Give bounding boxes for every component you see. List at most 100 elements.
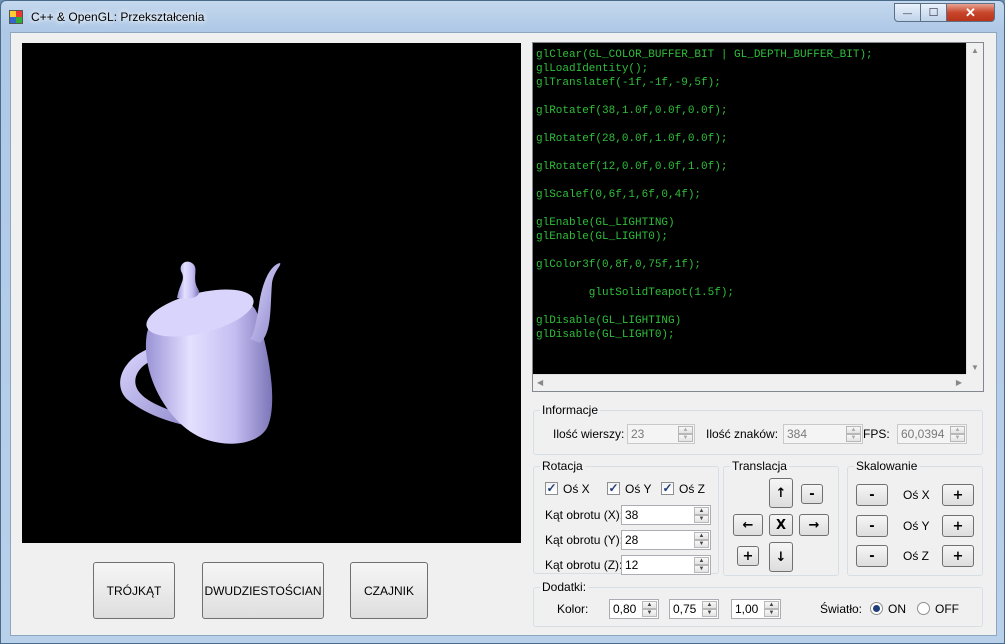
color-b-input[interactable]: 1,00 ▲ ▼ bbox=[731, 599, 781, 619]
scrollbar-corner bbox=[966, 374, 983, 391]
close-button[interactable]: ✕ bbox=[947, 3, 995, 22]
translate-up-button[interactable]: ↑ bbox=[769, 478, 793, 508]
spin-down-icon[interactable]: ▼ bbox=[702, 609, 717, 617]
scaling-group: Skalowanie - Oś X + - Oś Y + - Oś Z + bbox=[847, 459, 983, 576]
title-bar[interactable]: C++ & OpenGL: Przekształcenia — ☐ ✕ bbox=[1, 1, 1004, 31]
opengl-viewport[interactable] bbox=[22, 43, 521, 543]
minus-icon: - bbox=[809, 486, 815, 502]
code-line: glTranslatef(-1f,-1f,-9,5f); bbox=[536, 77, 721, 89]
rotation-z-checkbox[interactable]: ✓ bbox=[661, 482, 674, 495]
close-icon: ✕ bbox=[965, 4, 976, 20]
spin-up-icon[interactable]: ▲ bbox=[694, 507, 709, 515]
code-vertical-scrollbar[interactable]: ▲ ▼ bbox=[966, 43, 983, 376]
rotation-group: Rotacja ✓ Oś X ✓ Oś Y ✓ Oś Z Kąt obrotu … bbox=[533, 459, 719, 575]
scale-z-minus-button[interactable]: - bbox=[856, 545, 888, 567]
scale-x-plus-button[interactable]: + bbox=[942, 484, 974, 506]
fps-value: 60,0394 bbox=[901, 427, 945, 441]
teapot-body bbox=[145, 289, 273, 444]
lines-count-label: Ilość wierszy: bbox=[553, 427, 625, 441]
scroll-right-icon[interactable]: ▶ bbox=[956, 379, 962, 387]
translate-down-button[interactable]: ↓ bbox=[769, 542, 793, 572]
teapot-spout bbox=[250, 263, 281, 343]
color-g-value: 0,75 bbox=[673, 602, 697, 616]
angle-z-input[interactable]: 12 ▲ ▼ bbox=[621, 555, 711, 575]
code-display[interactable]: glClear(GL_COLOR_BUFFER_BIT | GL_DEPTH_B… bbox=[532, 42, 984, 392]
light-on-radio[interactable] bbox=[870, 602, 883, 615]
angle-y-value: 28 bbox=[625, 533, 639, 547]
spin-down-icon[interactable]: ▼ bbox=[694, 565, 709, 573]
chars-count-value: 384 bbox=[787, 427, 808, 441]
scale-y-plus-button[interactable]: + bbox=[942, 515, 974, 537]
triangle-button[interactable]: TRÓJKĄT bbox=[93, 562, 175, 619]
plus-icon: + bbox=[952, 518, 964, 534]
reset-x-icon: X bbox=[775, 517, 787, 533]
spin-down-icon[interactable]: ▼ bbox=[694, 540, 709, 548]
code-line: glDisable(GL_LIGHT0); bbox=[536, 329, 675, 341]
minimize-icon: — bbox=[903, 7, 912, 18]
code-horizontal-scrollbar[interactable]: ◀ ▶ bbox=[533, 374, 966, 391]
color-b-value: 1,00 bbox=[735, 602, 759, 616]
arrow-down-icon: ↓ bbox=[775, 549, 787, 565]
angle-z-label: Kąt obrotu (Z): bbox=[545, 558, 623, 572]
code-line: glClear(GL_COLOR_BUFFER_BIT | GL_DEPTH_B… bbox=[536, 49, 873, 61]
color-g-input[interactable]: 0,75 ▲ ▼ bbox=[669, 599, 719, 619]
fps-label: FPS: bbox=[863, 427, 890, 441]
rotation-x-checkbox[interactable]: ✓ bbox=[545, 482, 558, 495]
icosahedron-button[interactable]: DWUDZIESTOŚCIAN bbox=[202, 562, 324, 619]
scaling-group-title: Skalowanie bbox=[854, 459, 920, 473]
spin-down-icon[interactable]: ▼ bbox=[764, 609, 779, 617]
translate-left-button[interactable]: ← bbox=[733, 514, 763, 536]
teapot-button[interactable]: CZAJNIK bbox=[350, 562, 428, 619]
code-line: glRotatef(12,0.0f,0.0f,1.0f); bbox=[536, 161, 728, 173]
code-line: glDisable(GL_LIGHTING) bbox=[536, 315, 682, 327]
angle-z-value: 12 bbox=[625, 558, 639, 572]
plus-icon: + bbox=[952, 487, 964, 503]
translate-reset-button[interactable]: X bbox=[769, 514, 793, 536]
spin-up-icon[interactable]: ▲ bbox=[642, 601, 657, 609]
arrow-left-icon: ← bbox=[742, 517, 754, 533]
angle-x-value: 38 bbox=[625, 508, 639, 522]
scale-z-label: Oś Z bbox=[903, 549, 929, 563]
angle-x-input[interactable]: 38 ▲ ▼ bbox=[621, 505, 711, 525]
client-area: TRÓJKĄT DWUDZIESTOŚCIAN CZAJNIK glClear(… bbox=[10, 32, 997, 636]
info-group: Informacje Ilość wierszy: 23 ▲ ▼ Ilość zn… bbox=[533, 403, 983, 455]
fps-field: 60,0394 ▲ ▼ bbox=[897, 424, 967, 444]
scroll-left-icon[interactable]: ◀ bbox=[537, 379, 543, 387]
scale-x-minus-button[interactable]: - bbox=[856, 484, 888, 506]
spin-down-icon[interactable]: ▼ bbox=[694, 515, 709, 523]
angle-y-label: Kąt obrotu (Y): bbox=[545, 533, 624, 547]
spin-up-icon[interactable]: ▲ bbox=[764, 601, 779, 609]
scroll-down-icon[interactable]: ▼ bbox=[971, 364, 979, 372]
main-window: C++ & OpenGL: Przekształcenia — ☐ ✕ TRÓJ… bbox=[0, 0, 1005, 644]
rotation-y-checkbox[interactable]: ✓ bbox=[607, 482, 620, 495]
scale-x-label: Oś X bbox=[903, 488, 930, 502]
code-line: glEnable(GL_LIGHT0); bbox=[536, 231, 669, 243]
translate-z-minus-button[interactable]: - bbox=[801, 484, 823, 504]
translate-right-button[interactable]: → bbox=[799, 514, 829, 536]
code-line: glRotatef(38,1.0f,0.0f,0.0f); bbox=[536, 105, 728, 117]
angle-y-input[interactable]: 28 ▲ ▼ bbox=[621, 530, 711, 550]
maximize-button[interactable]: ☐ bbox=[921, 3, 947, 22]
scale-y-minus-button[interactable]: - bbox=[856, 515, 888, 537]
translate-z-plus-button[interactable]: + bbox=[737, 546, 759, 566]
scale-z-plus-button[interactable]: + bbox=[942, 545, 974, 567]
spin-up-icon[interactable]: ▲ bbox=[694, 557, 709, 565]
spin-up-icon[interactable]: ▲ bbox=[694, 532, 709, 540]
spin-down-icon[interactable]: ▼ bbox=[642, 609, 657, 617]
light-off-radio[interactable] bbox=[917, 602, 930, 615]
color-r-input[interactable]: 0,80 ▲ ▼ bbox=[609, 599, 659, 619]
code-line: glLoadIdentity(); bbox=[536, 63, 649, 75]
spin-up-icon[interactable]: ▲ bbox=[702, 601, 717, 609]
light-on-label: ON bbox=[888, 602, 906, 616]
rotation-x-label: Oś X bbox=[563, 482, 590, 496]
color-label: Kolor: bbox=[557, 602, 589, 616]
minimize-button[interactable]: — bbox=[894, 3, 921, 22]
translation-group-title: Translacja bbox=[730, 459, 789, 473]
scroll-up-icon[interactable]: ▲ bbox=[971, 47, 979, 55]
chars-count-label: Ilość znaków: bbox=[706, 427, 779, 441]
